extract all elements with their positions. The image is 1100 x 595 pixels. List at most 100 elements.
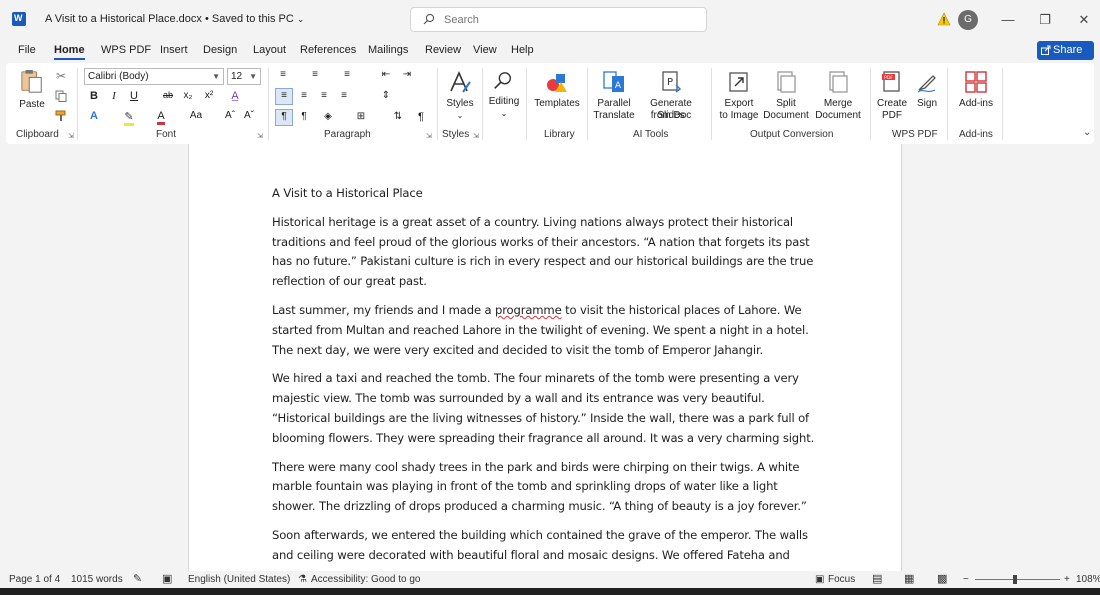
create-pdf-icon: PDF (882, 71, 900, 92)
text-effects-icon[interactable]: A (87, 110, 101, 122)
tab-layout[interactable]: Layout (253, 44, 286, 56)
group-label-wps-pdf: WPS PDF (892, 129, 938, 140)
editing-button[interactable]: Editing ⌄ (487, 68, 521, 123)
shrink-font-icon[interactable]: Aˇ (242, 110, 256, 121)
strikethrough-button[interactable]: ab (161, 90, 175, 100)
read-mode-icon[interactable]: ▤ (872, 572, 882, 585)
tab-design[interactable]: Design (203, 44, 237, 56)
export-image-icon (729, 72, 748, 92)
split-document-button[interactable]: Split Document (763, 68, 809, 123)
sort-icon[interactable]: ⇅ (391, 111, 405, 122)
focus-button[interactable]: Focus (828, 574, 855, 585)
export-to-image-button[interactable]: Export to Image (716, 68, 762, 123)
superscript-button[interactable]: x² (202, 90, 216, 101)
tab-help[interactable]: Help (511, 44, 534, 56)
align-right-icon[interactable]: ≡ (317, 90, 331, 101)
zoom-slider-thumb[interactable] (1013, 575, 1017, 584)
rtl-icon[interactable]: ¶ (297, 111, 311, 122)
tab-home[interactable]: Home (54, 44, 85, 60)
add-ins-button[interactable]: Add-ins (954, 68, 998, 123)
italic-button[interactable]: I (107, 90, 121, 102)
multilevel-list-icon[interactable]: ≡ (340, 69, 354, 80)
underline-button[interactable]: U (127, 90, 141, 102)
tab-file[interactable]: File (18, 44, 36, 56)
sign-button[interactable]: Sign (912, 68, 942, 123)
minimize-icon[interactable]: — (998, 10, 1018, 30)
document-body[interactable]: A Visit to a Historical Place Historical… (272, 184, 817, 571)
search-box[interactable] (410, 7, 707, 32)
restore-icon[interactable]: ❐ (1035, 10, 1055, 30)
web-layout-icon[interactable]: ▩ (937, 572, 947, 585)
tab-review[interactable]: Review (425, 44, 461, 56)
share-button[interactable]: Share (1037, 41, 1094, 60)
macro-icon[interactable]: ▣ (162, 572, 172, 585)
merge-document-button[interactable]: Merge Document (812, 68, 864, 123)
bullets-icon[interactable]: ≡ (276, 69, 290, 80)
bold-button[interactable]: B (87, 90, 101, 102)
tab-mailings[interactable]: Mailings (368, 44, 408, 56)
sign-icon (917, 75, 936, 93)
tab-view[interactable]: View (473, 44, 497, 56)
page-count[interactable]: Page 1 of 4 (9, 574, 60, 585)
font-name-select[interactable]: Calibri (Body) ▼ (84, 68, 224, 85)
zoom-level[interactable]: 108% (1076, 574, 1100, 585)
change-case-icon[interactable]: Aa (189, 110, 203, 121)
close-icon[interactable]: ✕ (1074, 10, 1094, 30)
cut-icon[interactable]: ✂ (56, 69, 68, 83)
dialog-launcher-icon[interactable]: ⇲ (68, 132, 74, 140)
borders-icon[interactable]: ⊞ (354, 111, 368, 122)
tab-references[interactable]: References (300, 44, 356, 56)
tab-wps-pdf[interactable]: WPS PDF (101, 44, 151, 56)
avatar[interactable]: G (958, 10, 978, 30)
dialog-launcher-icon[interactable]: ⇲ (473, 132, 479, 140)
show-marks-icon[interactable]: ¶ (414, 111, 428, 123)
font-size-select[interactable]: 12 ▼ (227, 68, 261, 85)
svg-text:P: P (667, 77, 673, 88)
parallel-translate-button[interactable]: A Parallel Translate (592, 68, 636, 123)
clear-formatting-icon[interactable]: A̲ (228, 90, 242, 102)
proofing-icon[interactable]: ✎ (133, 572, 142, 585)
zoom-in-icon[interactable]: + (1064, 574, 1070, 585)
zoom-out-icon[interactable]: − (963, 574, 969, 585)
find-icon (494, 72, 512, 89)
document-page[interactable]: A Visit to a Historical Place Historical… (188, 144, 902, 571)
decrease-indent-icon[interactable]: ⇤ (379, 69, 393, 80)
word-count[interactable]: 1015 words (71, 574, 123, 585)
dialog-launcher-icon[interactable]: ⇲ (426, 132, 432, 140)
copy-icon[interactable] (55, 90, 67, 102)
shading-icon[interactable]: ◈ (321, 111, 335, 122)
align-center-icon[interactable]: ≡ (297, 90, 311, 101)
templates-icon (547, 74, 567, 92)
group-label-ai-tools: AI Tools (633, 129, 669, 140)
subscript-button[interactable]: x₂ (181, 90, 195, 101)
spelling-error[interactable]: programme (495, 303, 562, 317)
grow-font-icon[interactable]: Aˆ (223, 110, 237, 121)
line-spacing-icon[interactable]: ⇕ (379, 90, 393, 101)
format-painter-icon[interactable] (55, 110, 67, 122)
language-status[interactable]: English (United States) (188, 574, 290, 585)
collapse-ribbon-icon[interactable]: ⌄ (1083, 127, 1093, 138)
accessibility-status[interactable]: Accessibility: Good to go (311, 574, 421, 585)
highlight-icon[interactable]: ✎ (122, 110, 136, 126)
paste-button[interactable]: Paste (18, 68, 46, 118)
generate-slides-button[interactable]: P Generate Slides from Doc (636, 68, 706, 123)
document-heading: A Visit to a Historical Place (272, 186, 423, 200)
zoom-slider[interactable] (975, 579, 1060, 580)
tab-insert[interactable]: Insert (160, 44, 188, 56)
justify-icon[interactable]: ≡ (337, 90, 351, 101)
document-title[interactable]: A Visit to a Historical Place.docx • Sav… (45, 13, 304, 25)
font-color-icon[interactable]: A (154, 110, 168, 125)
document-area: A Visit to a Historical Place Historical… (0, 144, 1100, 571)
print-layout-icon[interactable]: ▦ (904, 572, 914, 585)
group-label-clipboard: Clipboard (16, 129, 59, 140)
search-input[interactable] (444, 12, 694, 28)
warning-icon[interactable] (937, 12, 951, 26)
dialog-launcher-icon[interactable]: ⇲ (257, 132, 263, 140)
group-label-library: Library (544, 129, 575, 140)
increase-indent-icon[interactable]: ⇥ (400, 69, 414, 80)
templates-button[interactable]: Templates (532, 68, 582, 123)
create-pdf-button[interactable]: PDF Create PDF (874, 68, 910, 123)
numbering-icon[interactable]: ≡ (308, 69, 322, 80)
styles-button[interactable]: Styles ⌄ (445, 68, 475, 123)
chevron-down-icon: ⌄ (456, 111, 464, 120)
